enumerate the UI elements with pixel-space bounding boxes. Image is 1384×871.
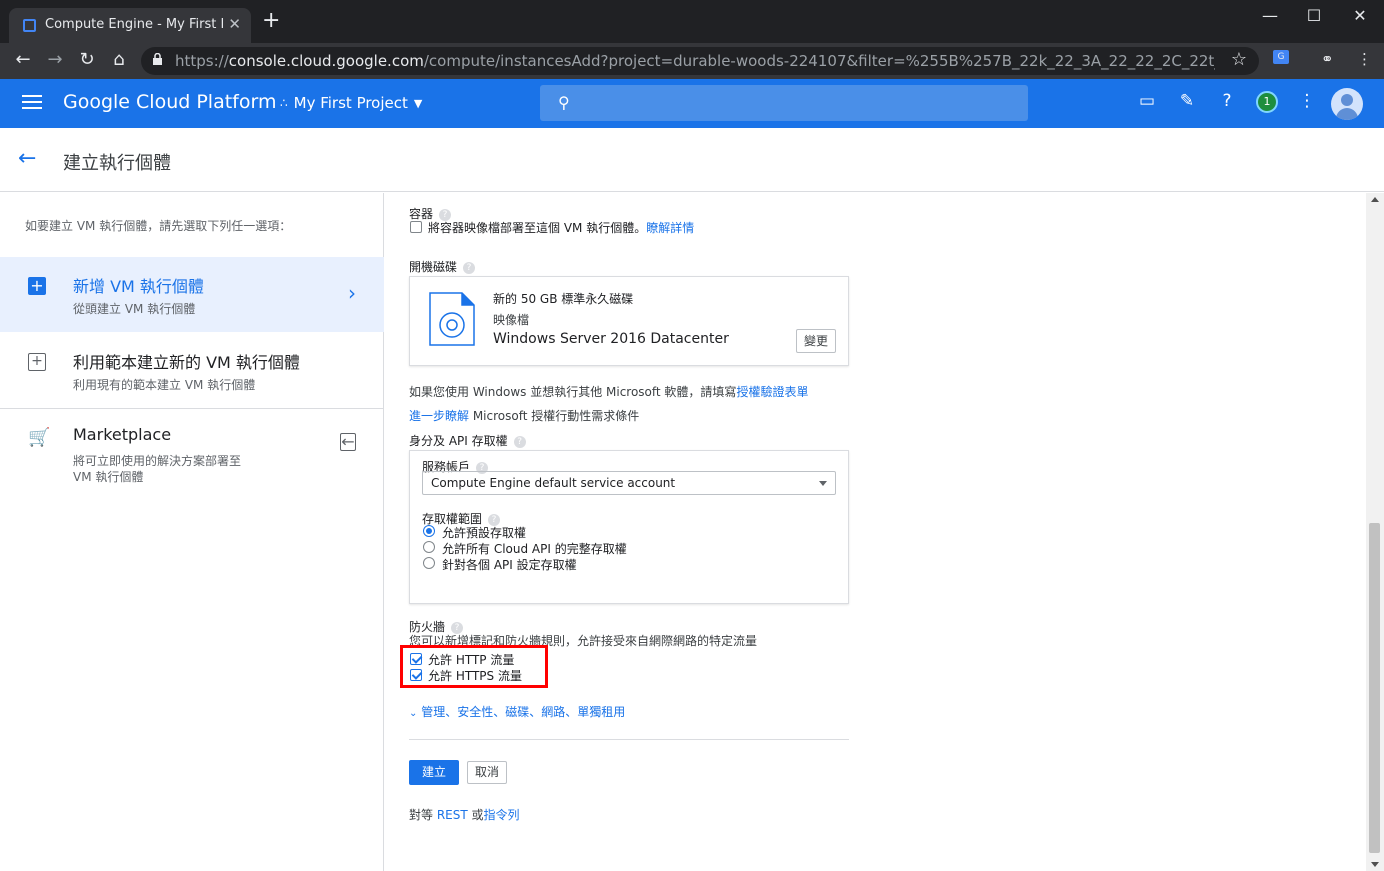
cloud-shell-icon[interactable]: ▭ bbox=[1135, 91, 1159, 111]
page-title: 建立執行個體 bbox=[63, 153, 171, 174]
allow-http-checkbox[interactable] bbox=[410, 653, 422, 665]
change-disk-button[interactable]: 變更 bbox=[796, 329, 836, 353]
dropdown-arrow-icon bbox=[819, 481, 827, 486]
browser-toolbar: ← → ↻ ⌂ https://console.cloud.google.com… bbox=[0, 43, 1384, 79]
help-icon[interactable]: ? bbox=[463, 261, 476, 274]
compute-engine-favicon-icon bbox=[23, 19, 36, 32]
equivalent-links: 對等 REST 或指令列 bbox=[409, 808, 520, 822]
license-mobility-note: 進一步瞭解 Microsoft 授權行動性需求條件 bbox=[409, 409, 640, 423]
browser-menu-icon[interactable]: ⋮ bbox=[1357, 50, 1372, 68]
brand-name[interactable]: Google Cloud Platform bbox=[63, 91, 276, 113]
feedback-icon[interactable]: ✎ bbox=[1175, 91, 1199, 111]
translate-extension-icon[interactable]: G bbox=[1273, 50, 1289, 64]
option-new-vm[interactable]: + 新增 VM 執行個體 從頭建立 VM 執行個體 › bbox=[0, 257, 384, 332]
boot-disk-label: 開機磁碟? bbox=[409, 258, 476, 275]
scrollbar[interactable] bbox=[1366, 193, 1384, 871]
creation-options-panel: 如要建立 VM 執行個體，請先選取下列任一選項： + 新增 VM 執行個體 從頭… bbox=[0, 193, 384, 871]
forward-arrow-icon[interactable]: → bbox=[43, 49, 67, 70]
service-account-select[interactable]: Compute Engine default service account bbox=[422, 471, 836, 495]
divider bbox=[409, 739, 849, 740]
project-name: My First Project bbox=[293, 94, 408, 112]
learn-more-link[interactable]: 進一步瞭解 bbox=[409, 409, 469, 423]
address-bar[interactable]: https://console.cloud.google.com/compute… bbox=[141, 47, 1259, 75]
option-marketplace[interactable]: 🛒 Marketplace 將可立即使用的解決方案部署至 VM 執行個體 ← bbox=[0, 409, 384, 499]
expand-chevron-icon: ⌄ bbox=[409, 708, 418, 719]
cart-icon: 🛒 bbox=[28, 427, 51, 448]
more-options-link[interactable]: ⌄ 管理、安全性、磁碟、網路、單獨租用 bbox=[409, 703, 625, 720]
identity-card: 服務帳戶? Compute Engine default service acc… bbox=[409, 450, 849, 604]
license-form-link[interactable]: 授權驗證表單 bbox=[736, 385, 808, 399]
learn-more-link[interactable]: 瞭解詳情 bbox=[646, 221, 694, 235]
maximize-icon[interactable]: ☐ bbox=[1291, 6, 1337, 25]
back-arrow-icon[interactable]: ← bbox=[11, 49, 35, 70]
open-external-icon: ← bbox=[340, 432, 356, 451]
tab-close-icon[interactable]: ✕ bbox=[228, 15, 241, 33]
option-title: Marketplace bbox=[73, 425, 172, 444]
disk-image-icon bbox=[429, 292, 475, 346]
scope-option-label: 允許所有 Cloud API 的完整存取權 bbox=[442, 542, 627, 556]
option-title: 新增 VM 執行個體 bbox=[73, 277, 204, 296]
project-selector[interactable]: ∴ My First Project ▼ bbox=[280, 94, 422, 112]
scrollbar-thumb[interactable] bbox=[1369, 523, 1380, 853]
command-line-link[interactable]: 指令列 bbox=[484, 808, 520, 822]
minimize-icon[interactable]: — bbox=[1247, 6, 1293, 25]
scope-default-radio[interactable] bbox=[423, 525, 435, 537]
service-account-value: Compute Engine default service account bbox=[431, 476, 676, 490]
boot-disk-card: 新的 50 GB 標準永久磁碟 映像檔 Windows Server 2016 … bbox=[409, 276, 849, 366]
gcp-header: Google Cloud Platform ∴ My First Project… bbox=[0, 79, 1384, 128]
scope-option-label: 針對各個 API 設定存取權 bbox=[442, 558, 577, 572]
back-arrow-icon[interactable]: ← bbox=[18, 146, 36, 171]
scope-option-label: 允許預設存取權 bbox=[442, 526, 527, 540]
help-icon[interactable]: ? bbox=[513, 435, 526, 448]
browser-tabstrip: Compute Engine - My First Proj ✕ + — ☐ ✕ bbox=[0, 0, 1384, 43]
scope-full-radio[interactable] bbox=[423, 541, 435, 553]
add-template-icon: + bbox=[28, 353, 46, 371]
browser-tab[interactable]: Compute Engine - My First Proj ✕ bbox=[9, 8, 251, 43]
lock-icon bbox=[153, 53, 162, 65]
avatar[interactable] bbox=[1331, 88, 1363, 120]
scroll-up-icon[interactable] bbox=[1371, 197, 1379, 202]
container-checkbox-label: 將容器映像檔部署至這個 VM 執行個體。瞭解詳情 bbox=[428, 221, 695, 235]
url-text: https://console.cloud.google.com/compute… bbox=[175, 52, 1215, 70]
option-subtitle: 利用現有的範本建立 VM 執行個體 bbox=[73, 378, 256, 392]
image-value: Windows Server 2016 Datacenter bbox=[493, 331, 729, 347]
new-tab-button[interactable]: + bbox=[262, 10, 280, 32]
window-close-icon[interactable]: ✕ bbox=[1337, 6, 1383, 25]
image-label: 映像檔 bbox=[493, 313, 530, 327]
scroll-down-icon[interactable] bbox=[1371, 862, 1379, 867]
container-checkbox[interactable] bbox=[410, 221, 422, 233]
allow-https-label: 允許 HTTPS 流量 bbox=[428, 669, 522, 683]
menu-hamburger-icon[interactable] bbox=[22, 95, 42, 113]
help-icon[interactable]: ? bbox=[1215, 91, 1239, 111]
page-title-bar: ← 建立執行個體 bbox=[0, 128, 1384, 192]
scope-custom-radio[interactable] bbox=[423, 557, 435, 569]
rest-link[interactable]: REST bbox=[437, 808, 468, 822]
bookmark-star-icon[interactable]: ☆ bbox=[1231, 49, 1247, 70]
option-from-template[interactable]: + 利用範本建立新的 VM 執行個體 利用現有的範本建立 VM 執行個體 bbox=[0, 333, 384, 407]
option-subtitle: 將可立即使用的解決方案部署至 VM 執行個體 bbox=[73, 454, 242, 484]
notifications-badge[interactable]: 1 bbox=[1256, 91, 1278, 113]
disk-title: 新的 50 GB 標準永久磁碟 bbox=[493, 292, 634, 306]
more-vert-icon[interactable]: ⋮ bbox=[1295, 91, 1319, 111]
options-intro: 如要建立 VM 執行個體，請先選取下列任一選項： bbox=[25, 219, 292, 233]
incognito-icon[interactable]: ⚭ bbox=[1321, 50, 1334, 68]
instance-form: 容器? 將容器映像檔部署至這個 VM 執行個體。瞭解詳情 開機磁碟? 新的 50… bbox=[385, 193, 1365, 871]
tab-title: Compute Engine - My First Proj bbox=[45, 17, 223, 32]
allow-https-checkbox[interactable] bbox=[410, 669, 422, 681]
option-subtitle: 從頭建立 VM 執行個體 bbox=[73, 302, 196, 316]
add-box-icon: + bbox=[28, 277, 46, 295]
project-dots-icon: ∴ bbox=[280, 96, 288, 110]
identity-label: 身分及 API 存取權? bbox=[409, 432, 526, 449]
windows-license-note: 如果您使用 Windows 並想執行其他 Microsoft 軟體，請填寫授權驗… bbox=[409, 385, 809, 399]
cancel-button[interactable]: 取消 bbox=[467, 761, 507, 784]
allow-http-label: 允許 HTTP 流量 bbox=[428, 653, 515, 667]
create-button[interactable]: 建立 bbox=[409, 760, 459, 785]
search-input[interactable]: ⚲ bbox=[540, 85, 1028, 121]
chevron-right-icon: › bbox=[348, 281, 356, 305]
home-icon[interactable]: ⌂ bbox=[107, 49, 131, 70]
search-icon: ⚲ bbox=[558, 93, 570, 112]
option-title: 利用範本建立新的 VM 執行個體 bbox=[73, 353, 300, 372]
reload-icon[interactable]: ↻ bbox=[75, 49, 99, 70]
caret-down-icon: ▼ bbox=[413, 96, 423, 110]
